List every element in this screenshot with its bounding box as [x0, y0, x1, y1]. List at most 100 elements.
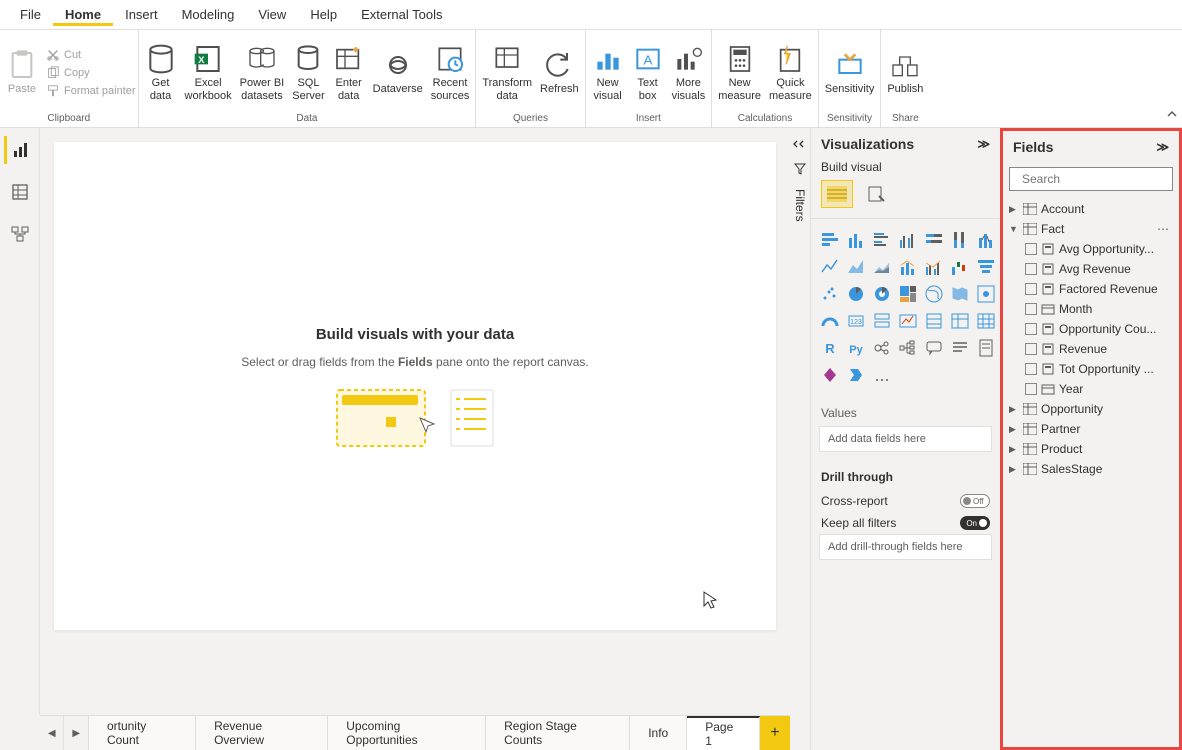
excel-button[interactable]: XExcel workbook — [181, 41, 236, 104]
clustered-bar-icon[interactable] — [871, 229, 893, 251]
menu-file[interactable]: File — [8, 3, 53, 26]
menu-help[interactable]: Help — [298, 3, 349, 26]
slicer-icon[interactable] — [923, 310, 945, 332]
build-visual-tab[interactable] — [821, 180, 853, 208]
menu-modeling[interactable]: Modeling — [170, 3, 247, 26]
table-opportunity[interactable]: ▶Opportunity — [1007, 399, 1175, 419]
powerbi-datasets-button[interactable]: Power BI datasets — [236, 41, 289, 104]
field-avg-revenue[interactable]: Avg Revenue — [1023, 259, 1175, 279]
table-fact-more[interactable]: ⋯ — [1157, 222, 1173, 236]
report-view-button[interactable] — [4, 136, 36, 164]
menu-view[interactable]: View — [246, 3, 298, 26]
sensitivity-button[interactable]: Sensitivity — [821, 47, 879, 98]
page-tab-info[interactable]: Info — [630, 716, 687, 750]
table-account[interactable]: ▶Account — [1007, 199, 1175, 219]
data-view-button[interactable] — [4, 178, 36, 206]
stacked-area-icon[interactable] — [871, 256, 893, 278]
page-next-button[interactable]: ▶ — [64, 716, 88, 750]
fields-search-input[interactable] — [1022, 172, 1177, 186]
stacked-bar-100-icon[interactable] — [923, 229, 945, 251]
decomposition-tree-icon[interactable] — [897, 337, 919, 359]
collapse-visualizations-button[interactable]: ≫ — [977, 137, 990, 151]
new-visual-button[interactable]: New visual — [588, 41, 628, 104]
stacked-bar-icon[interactable] — [819, 229, 841, 251]
kpi-icon[interactable] — [897, 310, 919, 332]
stacked-column-100-icon[interactable] — [949, 229, 971, 251]
field-tot-opportunity[interactable]: Tot Opportunity ... — [1023, 359, 1175, 379]
publish-button[interactable]: Publish — [883, 47, 927, 98]
gauge-icon[interactable] — [819, 310, 841, 332]
r-visual-icon[interactable]: R — [819, 337, 841, 359]
clustered-column-icon[interactable] — [897, 229, 919, 251]
ribbon-chart-icon[interactable] — [975, 229, 997, 251]
report-canvas[interactable]: Build visuals with your data Select or d… — [54, 142, 776, 630]
table-partner[interactable]: ▶Partner — [1007, 419, 1175, 439]
get-more-visuals-icon[interactable] — [871, 364, 893, 386]
recent-sources-button[interactable]: Recent sources — [427, 41, 474, 104]
keep-filters-toggle[interactable]: On — [960, 516, 990, 530]
table-salesstage[interactable]: ▶SalesStage — [1007, 459, 1175, 479]
fields-search[interactable] — [1009, 167, 1173, 191]
copy-button[interactable]: Copy — [46, 66, 136, 80]
quick-measure-button[interactable]: Quick measure — [765, 41, 816, 104]
format-painter-button[interactable]: Format painter — [46, 84, 136, 98]
page-tab-opportunity-count[interactable]: ortunity Count — [89, 716, 196, 750]
line-clustered-column-icon[interactable] — [923, 256, 945, 278]
pie-icon[interactable] — [845, 283, 867, 305]
page-tab-revenue-overview[interactable]: Revenue Overview — [196, 716, 328, 750]
filled-map-icon[interactable] — [949, 283, 971, 305]
python-visual-icon[interactable]: Py — [845, 337, 867, 359]
scatter-icon[interactable] — [819, 283, 841, 305]
field-month[interactable]: Month — [1023, 299, 1175, 319]
page-tab-upcoming-opportunities[interactable]: Upcoming Opportunities — [328, 716, 486, 750]
add-page-button[interactable]: + — [760, 716, 790, 750]
azure-map-icon[interactable] — [975, 283, 997, 305]
qa-visual-icon[interactable] — [923, 337, 945, 359]
dataverse-button[interactable]: Dataverse — [369, 47, 427, 98]
power-apps-icon[interactable] — [819, 364, 841, 386]
text-box-button[interactable]: AText box — [628, 41, 668, 104]
cross-report-toggle[interactable]: Off — [960, 494, 990, 508]
new-measure-button[interactable]: New measure — [714, 41, 765, 104]
power-automate-icon[interactable] — [845, 364, 867, 386]
collapse-ribbon-button[interactable] — [1166, 107, 1178, 125]
transform-data-button[interactable]: Transform data — [478, 41, 536, 104]
smart-narrative-icon[interactable] — [949, 337, 971, 359]
map-icon[interactable] — [923, 283, 945, 305]
refresh-button[interactable]: Refresh — [536, 47, 583, 98]
menu-external-tools[interactable]: External Tools — [349, 3, 454, 26]
multi-row-card-icon[interactable] — [871, 310, 893, 332]
field-revenue[interactable]: Revenue — [1023, 339, 1175, 359]
paginated-report-icon[interactable] — [975, 337, 997, 359]
waterfall-icon[interactable] — [949, 256, 971, 278]
field-year[interactable]: Year — [1023, 379, 1175, 399]
table-product[interactable]: ▶Product — [1007, 439, 1175, 459]
enter-data-button[interactable]: Enter data — [329, 41, 369, 104]
page-tab-page1[interactable]: Page 1 — [687, 716, 760, 750]
paste-button[interactable]: Paste — [2, 47, 42, 98]
table-icon[interactable] — [949, 310, 971, 332]
treemap-icon[interactable] — [897, 283, 919, 305]
funnel-icon[interactable] — [975, 256, 997, 278]
card-icon[interactable]: 123 — [845, 310, 867, 332]
menu-home[interactable]: Home — [53, 3, 113, 26]
model-view-button[interactable] — [4, 220, 36, 248]
field-opportunity-count[interactable]: Opportunity Cou... — [1023, 319, 1175, 339]
more-visuals-button[interactable]: More visuals — [668, 41, 710, 104]
field-avg-opportunity[interactable]: Avg Opportunity... — [1023, 239, 1175, 259]
donut-icon[interactable] — [871, 283, 893, 305]
menu-insert[interactable]: Insert — [113, 3, 170, 26]
expand-filters-button[interactable] — [793, 136, 807, 154]
matrix-icon[interactable] — [975, 310, 997, 332]
page-prev-button[interactable]: ◀ — [40, 716, 64, 750]
format-visual-tab[interactable] — [861, 180, 893, 208]
collapse-fields-button[interactable]: ≫ — [1156, 140, 1169, 154]
stacked-column-icon[interactable] — [845, 229, 867, 251]
values-drop-well[interactable]: Add data fields here — [819, 426, 992, 452]
field-factored-revenue[interactable]: Factored Revenue — [1023, 279, 1175, 299]
cut-button[interactable]: Cut — [46, 48, 136, 62]
line-chart-icon[interactable] — [819, 256, 841, 278]
drill-through-drop-well[interactable]: Add drill-through fields here — [819, 534, 992, 560]
line-stacked-column-icon[interactable] — [897, 256, 919, 278]
area-chart-icon[interactable] — [845, 256, 867, 278]
